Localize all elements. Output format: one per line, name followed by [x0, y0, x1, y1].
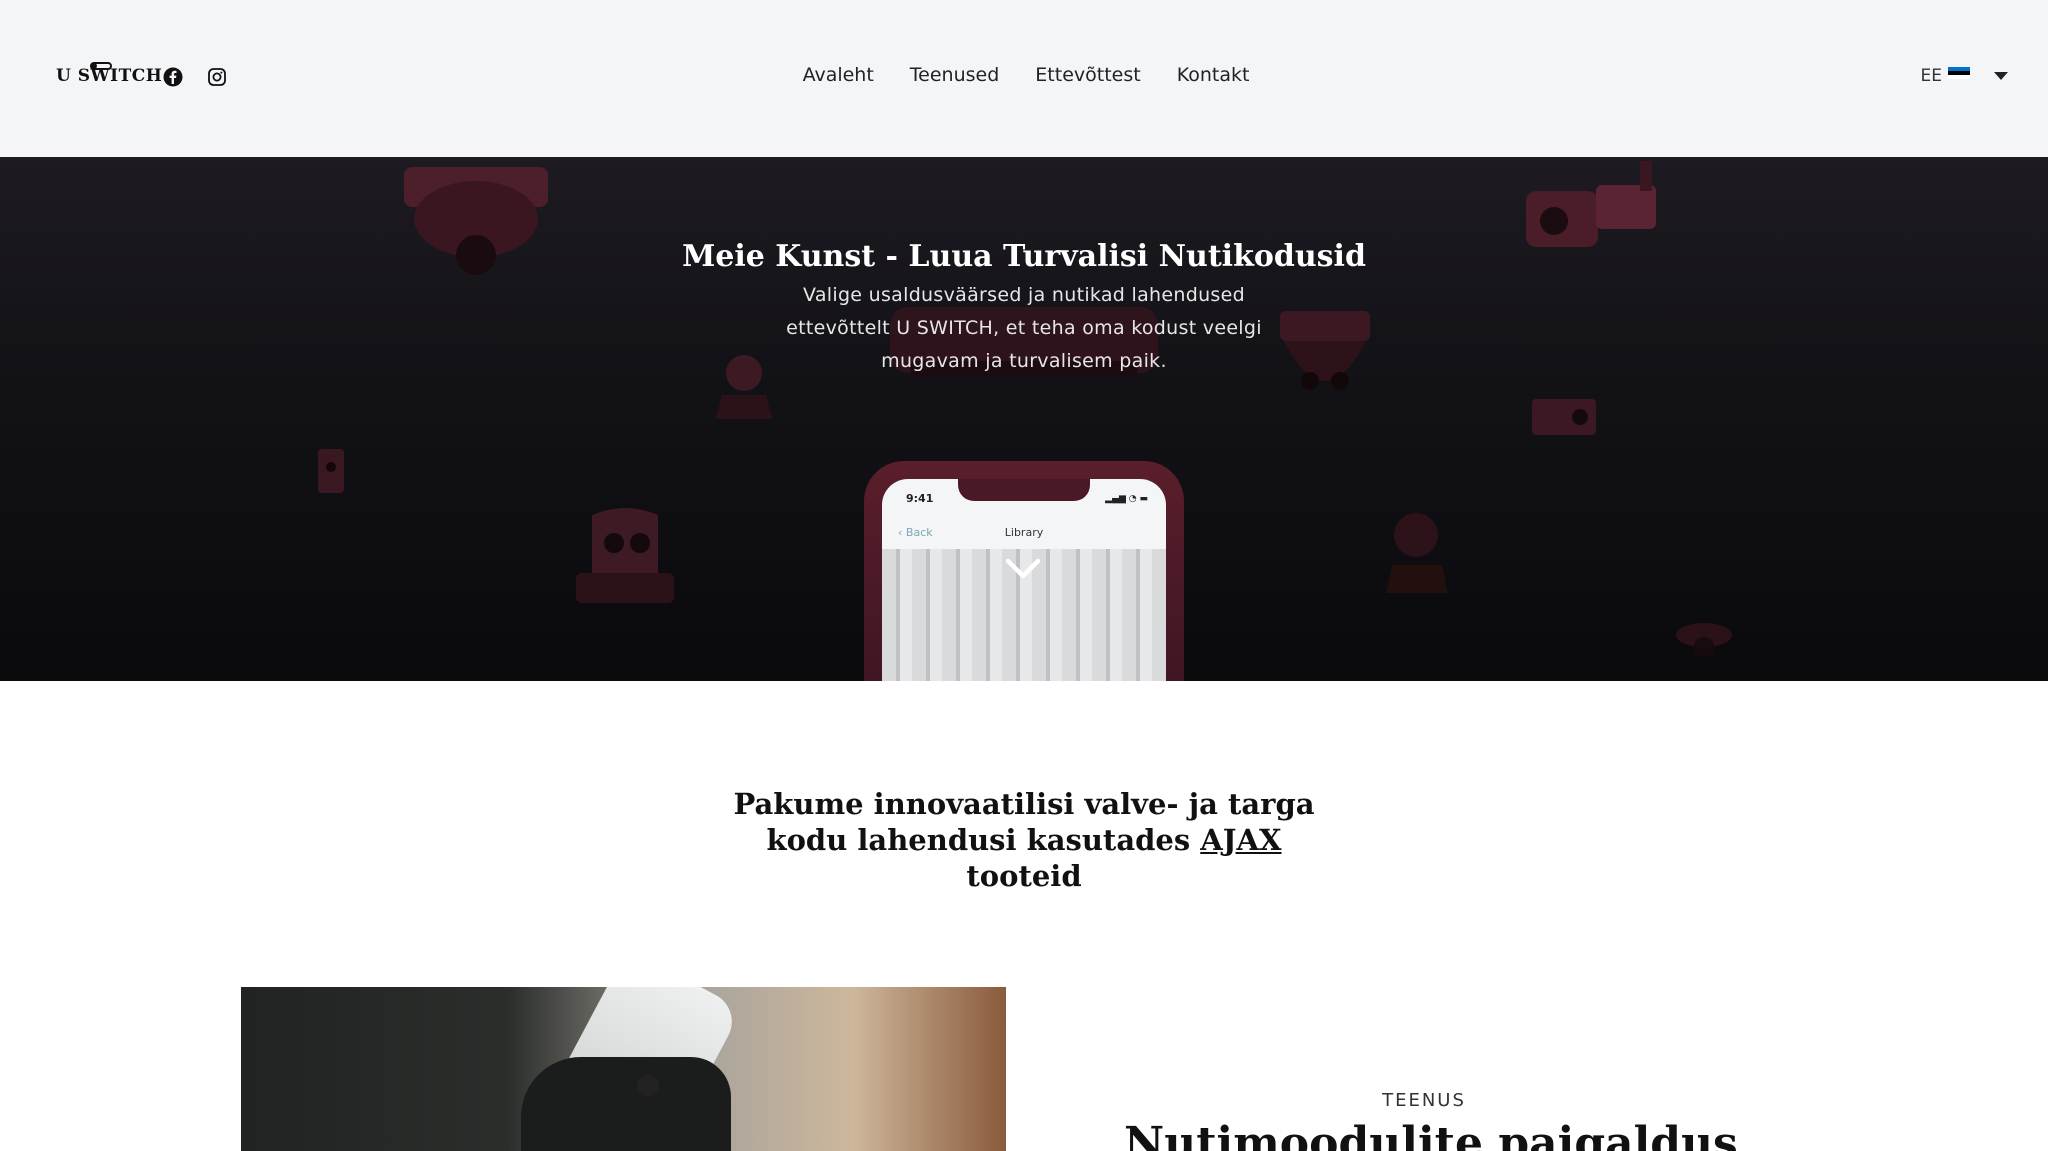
service-image	[241, 987, 1006, 1151]
language-selector[interactable]: EE	[1921, 66, 2008, 86]
signal-icon: ▂▄▆ ◔ ▬	[1105, 494, 1148, 504]
site-header: U SWITCH Avaleht Teenused Ettevõttest Ko…	[0, 0, 2048, 157]
phone-time: 9:41	[906, 492, 934, 505]
nav-item-teenused[interactable]: Teenused	[910, 64, 1000, 86]
service-tag: TEENUS	[1382, 1090, 1466, 1111]
nav-item-ettevottest[interactable]: Ettevõttest	[1035, 64, 1140, 86]
intro-text-after: tooteid	[966, 859, 1082, 893]
estonian-flag-icon	[1948, 66, 1970, 80]
box-camera-image	[1532, 399, 1596, 435]
turret-camera-image	[576, 508, 674, 603]
indoor-camera-image	[318, 449, 344, 493]
hero-section: 9:41 ▂▄▆ ◔ ▬ ‹ Back Library Meie Kunst -…	[0, 157, 2048, 681]
small-camera-image	[716, 355, 772, 419]
chevron-down-icon[interactable]	[1005, 557, 1041, 581]
sensor-lens-image	[637, 1075, 659, 1097]
caret-down-icon[interactable]	[1994, 72, 2008, 80]
ptz-camera-image	[1280, 311, 1370, 390]
intro-heading: Pakume innovaatilisi valve- ja targa kod…	[724, 786, 1324, 894]
main-nav: Avaleht Teenused Ettevõttest Kontakt	[0, 64, 2048, 86]
ceiling-camera-image	[1676, 623, 1732, 657]
nav-item-avaleht[interactable]: Avaleht	[803, 64, 874, 86]
language-code: EE	[1920, 66, 1942, 86]
ajax-link[interactable]: AJAX	[1200, 823, 1281, 857]
hero-subtitle: Valige usaldusväärsed ja nutikad lahendu…	[786, 284, 1262, 372]
mini-dome-camera-image	[1386, 513, 1448, 593]
gloved-hand-image	[521, 1057, 731, 1151]
phone-screen-title: Library	[1004, 526, 1044, 539]
hero-title: Meie Kunst - Luua Turvalisi Nutikodusid	[682, 239, 1366, 274]
phone-notch	[958, 479, 1090, 501]
service-title: Nutimoodulite paigaldus	[1124, 1118, 1738, 1151]
nav-item-kontakt[interactable]: Kontakt	[1177, 64, 1250, 86]
